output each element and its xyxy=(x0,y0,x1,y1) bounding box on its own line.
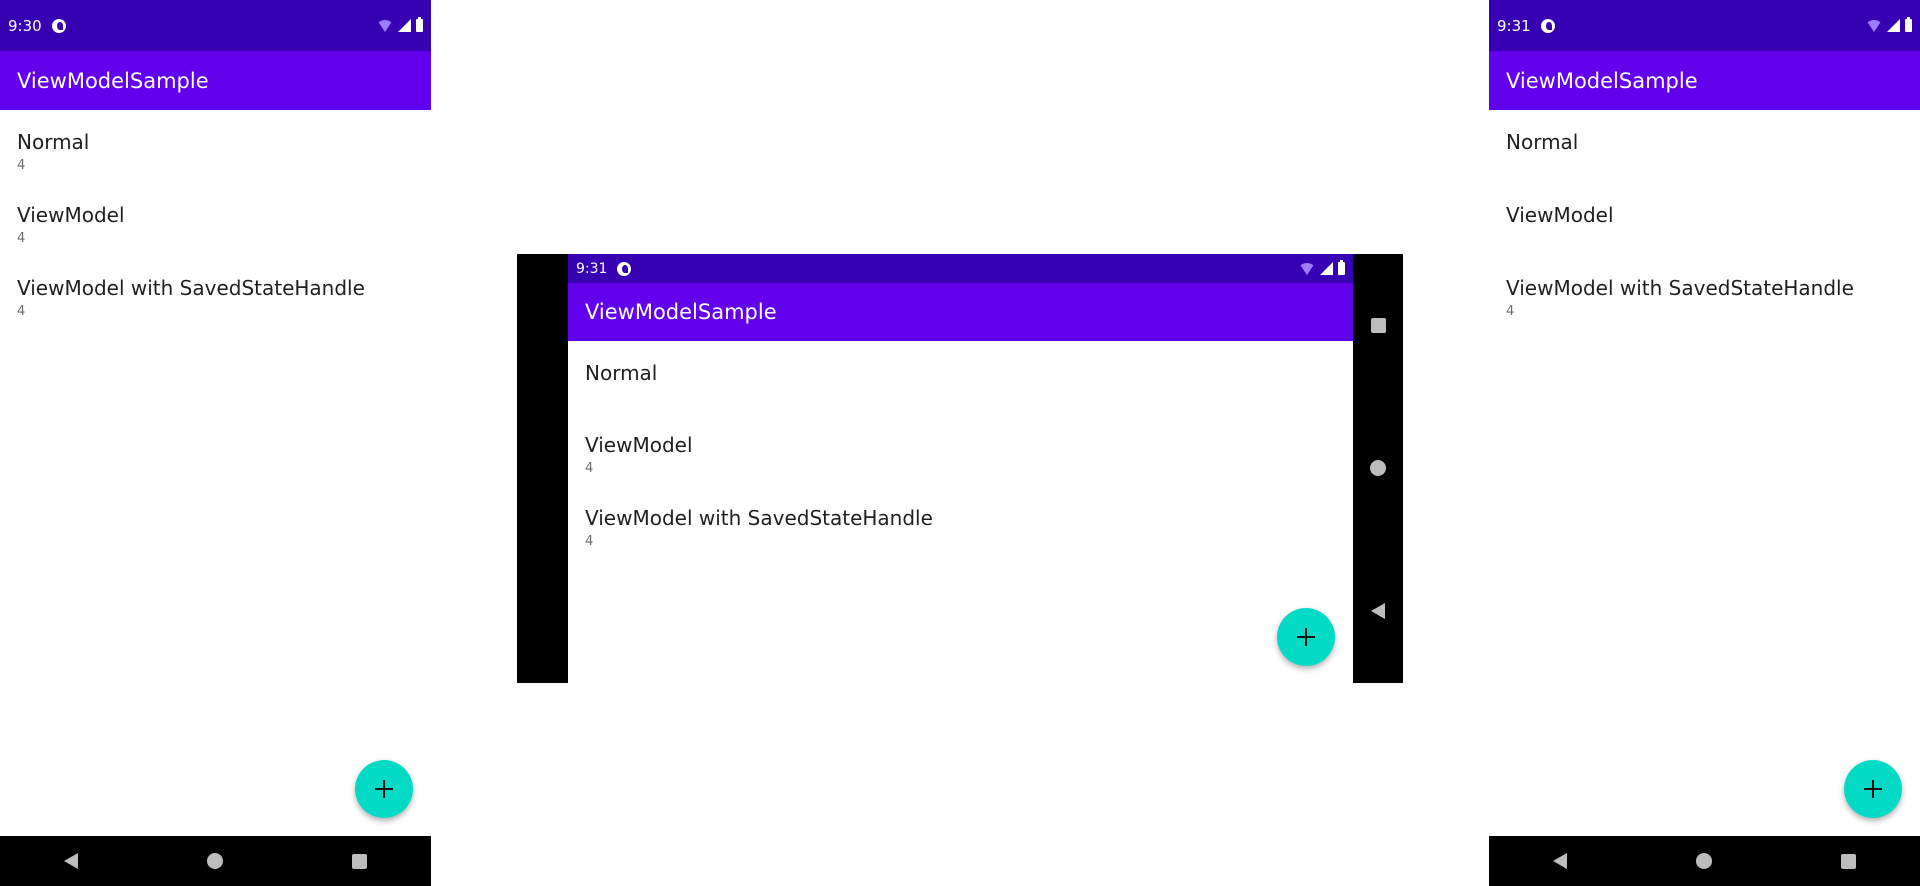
item-title: ViewModel xyxy=(17,203,125,227)
status-time: 9:31 xyxy=(576,260,608,277)
app-notification-icon xyxy=(1540,18,1555,33)
list-item-viewmodel-savedstate[interactable]: ViewModel with SavedStateHandle 4 xyxy=(585,506,933,550)
status-time: 9:30 xyxy=(8,16,42,35)
plus-icon xyxy=(1864,780,1882,798)
back-icon[interactable] xyxy=(1371,603,1385,620)
battery-icon xyxy=(1905,17,1912,32)
screen-area: 9:31 ViewModelSample Normal ViewModel 4 … xyxy=(568,254,1353,683)
back-icon[interactable] xyxy=(64,853,79,869)
phone-right: 9:31 ViewModelSample Normal ViewModel Vi… xyxy=(1489,0,1920,886)
battery-icon xyxy=(416,17,423,32)
item-title: ViewModel with SavedStateHandle xyxy=(585,506,933,530)
status-icons xyxy=(1866,17,1912,32)
navigation-bar xyxy=(1489,836,1920,886)
navigation-bar xyxy=(0,836,431,886)
app-title: ViewModelSample xyxy=(1506,68,1698,93)
home-icon[interactable] xyxy=(206,853,223,869)
list-item-viewmodel[interactable]: ViewModel 4 xyxy=(17,203,125,247)
recents-icon[interactable] xyxy=(1370,317,1386,333)
list-item-viewmodel[interactable]: ViewModel 4 xyxy=(585,433,693,477)
list-item-normal[interactable]: Normal xyxy=(585,361,657,405)
item-count: 4 xyxy=(17,158,26,173)
home-icon[interactable] xyxy=(1370,459,1386,476)
status-bar: 9:30 xyxy=(0,0,431,51)
item-count: 4 xyxy=(17,304,26,319)
signal-icon xyxy=(398,19,411,32)
list: Normal ViewModel 4 ViewModel with SavedS… xyxy=(568,341,1353,683)
wifi-icon xyxy=(377,19,393,32)
add-fab-button[interactable] xyxy=(1844,760,1902,818)
item-title: Normal xyxy=(585,361,658,385)
item-title: ViewModel with SavedStateHandle xyxy=(17,276,365,300)
app-title: ViewModelSample xyxy=(585,300,777,324)
item-count: 4 xyxy=(17,231,26,246)
list-item-viewmodel[interactable]: ViewModel xyxy=(1506,203,1614,247)
wifi-icon xyxy=(1866,19,1882,32)
item-count xyxy=(1506,158,1578,174)
list-item-normal[interactable]: Normal xyxy=(1506,130,1578,174)
status-icons xyxy=(377,17,423,32)
status-icons xyxy=(1299,260,1345,275)
signal-icon xyxy=(1887,19,1900,32)
app-title: ViewModelSample xyxy=(17,68,209,93)
item-title: ViewModel with SavedStateHandle xyxy=(1506,276,1854,300)
item-title: ViewModel xyxy=(1506,203,1614,227)
recents-icon[interactable] xyxy=(1840,853,1856,869)
list-item-viewmodel-savedstate[interactable]: ViewModel with SavedStateHandle 4 xyxy=(1506,276,1854,320)
app-notification-icon xyxy=(51,18,66,33)
back-icon[interactable] xyxy=(1553,853,1568,869)
status-bar: 9:31 xyxy=(568,254,1353,283)
item-title: ViewModel xyxy=(585,433,693,457)
signal-icon xyxy=(1320,262,1333,275)
list: Normal ViewModel ViewModel with SavedSta… xyxy=(1489,110,1920,836)
phone-left: 9:30 ViewModelSample Normal 4 ViewModel … xyxy=(0,0,431,886)
phone-middle: 9:31 ViewModelSample Normal ViewModel 4 … xyxy=(517,254,1403,683)
item-count xyxy=(585,389,657,405)
wifi-icon xyxy=(1299,262,1315,275)
plus-icon xyxy=(375,780,393,798)
home-icon[interactable] xyxy=(1695,853,1712,869)
list: Normal 4 ViewModel 4 ViewModel with Save… xyxy=(0,110,431,836)
recents-icon[interactable] xyxy=(351,853,367,869)
item-count: 4 xyxy=(1506,304,1515,319)
app-bar: ViewModelSample xyxy=(1489,51,1920,110)
list-item-viewmodel-savedstate[interactable]: ViewModel with SavedStateHandle 4 xyxy=(17,276,365,320)
item-title: Normal xyxy=(17,130,90,154)
app-bar: ViewModelSample xyxy=(0,51,431,110)
app-notification-icon xyxy=(617,261,632,276)
status-time: 9:31 xyxy=(1497,16,1531,35)
item-count: 4 xyxy=(585,534,594,549)
item-count xyxy=(1506,231,1614,247)
item-count: 4 xyxy=(585,461,594,476)
battery-icon xyxy=(1338,260,1345,275)
item-title: Normal xyxy=(1506,130,1579,154)
plus-icon xyxy=(1297,628,1315,646)
navigation-bar xyxy=(1353,254,1403,683)
status-bar: 9:31 xyxy=(1489,0,1920,51)
left-letterbox xyxy=(517,254,568,683)
add-fab-button[interactable] xyxy=(355,760,413,818)
list-item-normal[interactable]: Normal 4 xyxy=(17,130,89,174)
add-fab-button[interactable] xyxy=(1277,608,1335,666)
app-bar: ViewModelSample xyxy=(568,283,1353,341)
